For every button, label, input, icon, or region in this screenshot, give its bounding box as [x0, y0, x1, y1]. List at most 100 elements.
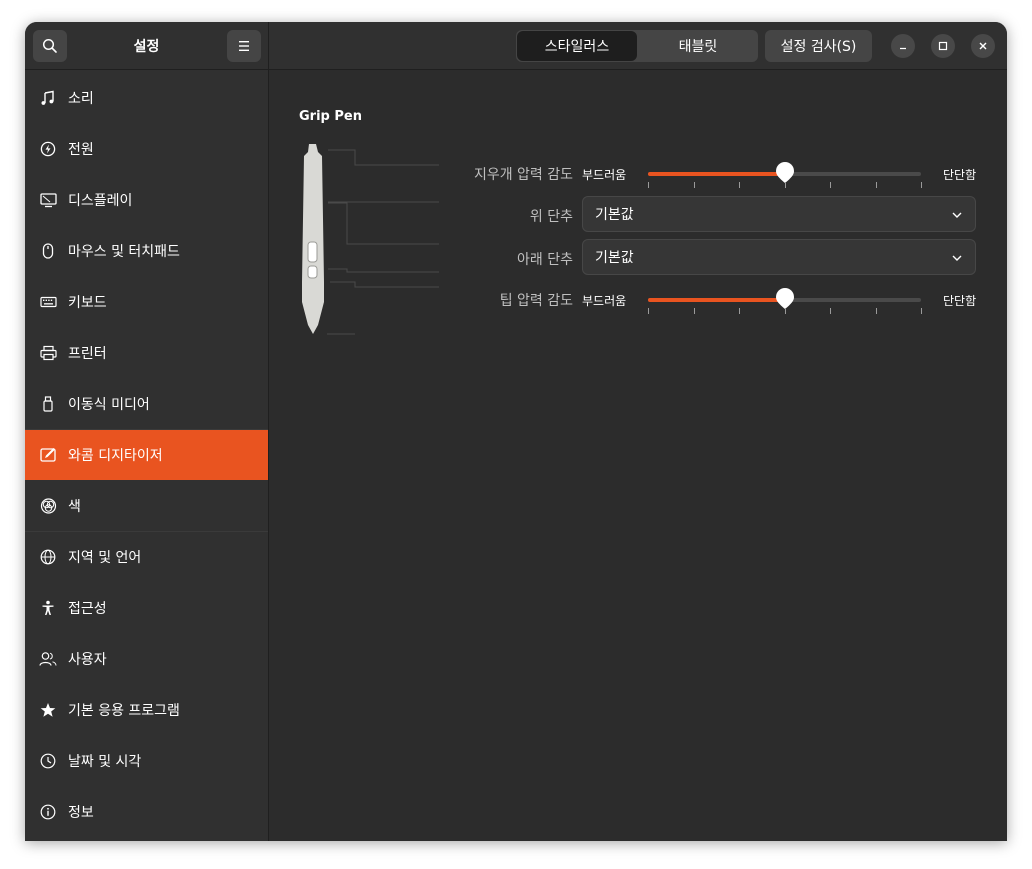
content-header: 스타일러스 태블릿 설정 검사(S) [269, 22, 1007, 70]
top-button-dropdown[interactable]: 기본값 [582, 196, 976, 232]
sidebar-item-accessibility[interactable]: 접근성 [25, 582, 268, 633]
slider-tick [693, 182, 695, 188]
globe-icon [39, 548, 57, 566]
sidebar-item-label: 사용자 [68, 651, 107, 668]
tip-pressure-slider[interactable] [648, 288, 921, 309]
bottom-button-value: 기본값 [595, 250, 634, 266]
tab-tablet[interactable]: 태블릿 [638, 30, 758, 62]
sidebar-item-label: 전원 [68, 141, 94, 158]
clock-icon [39, 752, 57, 770]
eraser-pressure-fill [648, 172, 785, 176]
sidebar-item-wacom-tablet[interactable]: 와콤 디지타이저 [25, 429, 268, 480]
slider-tick [784, 182, 786, 188]
slider-tick [784, 308, 786, 314]
minimize-button[interactable] [891, 34, 915, 58]
slider-tick [921, 182, 922, 188]
sidebar-item-label: 소리 [68, 90, 94, 107]
slider-tick [693, 308, 695, 314]
stylus-upper-button [307, 241, 318, 263]
star-icon [39, 701, 57, 719]
usb-drive-icon [39, 395, 57, 413]
bottom-button-label: 아래 단추 [517, 252, 573, 268]
slider-tick [648, 308, 649, 314]
sidebar-item-color[interactable]: 색 [25, 480, 268, 531]
eraser-pressure-slider[interactable] [648, 162, 921, 183]
slider-tick [739, 308, 740, 314]
slider-tick [875, 182, 877, 188]
tablet-pen-icon [39, 446, 57, 464]
sidebar-separator [25, 531, 268, 532]
sidebar-item-keyboard[interactable]: 키보드 [25, 276, 268, 327]
sidebar-item-display[interactable]: 디스플레이 [25, 174, 268, 225]
sidebar-header: 설정 [25, 22, 269, 70]
sidebar-item-region-language[interactable]: 지역 및 언어 [25, 531, 268, 582]
mouse-icon [39, 242, 57, 260]
eraser-pressure-handle[interactable] [775, 162, 795, 184]
test-settings-button[interactable]: 설정 검사(S) [765, 30, 872, 62]
sidebar-item-printers[interactable]: 프린터 [25, 327, 268, 378]
maximize-button[interactable] [931, 34, 955, 58]
sidebar-item-label: 정보 [68, 804, 94, 821]
sidebar-item-default-apps[interactable]: 기본 응용 프로그램 [25, 684, 268, 735]
tip-pressure-label: 팁 압력 감도 [499, 293, 573, 309]
main-menu-button[interactable] [227, 30, 261, 62]
settings-window: 설정 스타일러스 태블릿 설정 검사(S) 소리 전원 디스플레이 마우스 및 … [25, 22, 1007, 841]
sidebar: 소리 전원 디스플레이 마우스 및 터치패드 키보드 프린터 이동식 미디어 와… [25, 70, 269, 841]
sidebar-item-date-time[interactable]: 날짜 및 시각 [25, 735, 268, 786]
color-icon [39, 497, 57, 515]
slider-tick [739, 182, 740, 188]
sidebar-item-label: 색 [68, 498, 81, 515]
tab-stylus[interactable]: 스타일러스 [517, 31, 637, 61]
slider-tick [830, 182, 831, 188]
top-button-value: 기본값 [595, 207, 634, 223]
stylus-lower-button [307, 265, 318, 279]
sidebar-item-label: 이동식 미디어 [68, 396, 150, 413]
eraser-firm-label: 단단함 [943, 168, 977, 182]
minimize-icon [900, 47, 906, 50]
maximize-icon [938, 41, 948, 51]
sidebar-item-mouse-touchpad[interactable]: 마우스 및 터치패드 [25, 225, 268, 276]
tip-pressure-fill [648, 298, 785, 302]
stylus-name: Grip Pen [299, 109, 362, 124]
music-note-icon [39, 89, 57, 107]
sidebar-item-label: 지역 및 언어 [68, 549, 142, 566]
slider-tick [921, 308, 922, 314]
chevron-down-icon [952, 255, 962, 261]
sidebar-item-label: 프린터 [68, 345, 107, 362]
close-icon [979, 42, 987, 50]
sidebar-item-power[interactable]: 전원 [25, 123, 268, 174]
view-switcher: 스타일러스 태블릿 [516, 30, 758, 62]
eraser-soft-label: 부드러움 [582, 168, 627, 182]
bottom-button-dropdown[interactable]: 기본값 [582, 239, 976, 275]
sidebar-item-label: 디스플레이 [68, 192, 133, 209]
sidebar-item-label: 접근성 [68, 600, 107, 617]
close-button[interactable] [971, 34, 995, 58]
sidebar-item-removable-media[interactable]: 이동식 미디어 [25, 378, 268, 429]
eraser-pressure-ticks [648, 182, 922, 188]
top-button-label: 위 단추 [529, 209, 573, 225]
tip-soft-label: 부드러움 [582, 294, 627, 308]
tip-firm-label: 단단함 [943, 294, 977, 308]
tip-pressure-ticks [648, 308, 922, 314]
users-icon [39, 650, 57, 668]
accessibility-icon [39, 599, 57, 617]
tip-pressure-handle[interactable] [775, 288, 795, 310]
info-icon [39, 803, 57, 821]
chevron-down-icon [952, 212, 962, 218]
keyboard-icon [39, 293, 57, 311]
sidebar-item-users[interactable]: 사용자 [25, 633, 268, 684]
slider-tick [875, 308, 877, 314]
stylus-page: Grip Pen 지우개 압력 감도 부드러움 단단함 위 단추 기본값 아래 … [269, 70, 1007, 841]
sidebar-item-sound[interactable]: 소리 [25, 72, 268, 123]
sidebar-separator [25, 429, 268, 430]
sidebar-item-label: 기본 응용 프로그램 [68, 702, 180, 719]
slider-tick [648, 182, 649, 188]
sidebar-item-label: 와콤 디지타이저 [68, 447, 163, 464]
stylus-body [302, 144, 324, 334]
sidebar-item-label: 마우스 및 터치패드 [68, 243, 180, 260]
display-icon [39, 191, 57, 209]
sidebar-item-about[interactable]: 정보 [25, 786, 268, 837]
sidebar-item-label: 날짜 및 시각 [68, 753, 142, 770]
printer-icon [39, 344, 57, 362]
stylus-illustration [302, 144, 439, 335]
